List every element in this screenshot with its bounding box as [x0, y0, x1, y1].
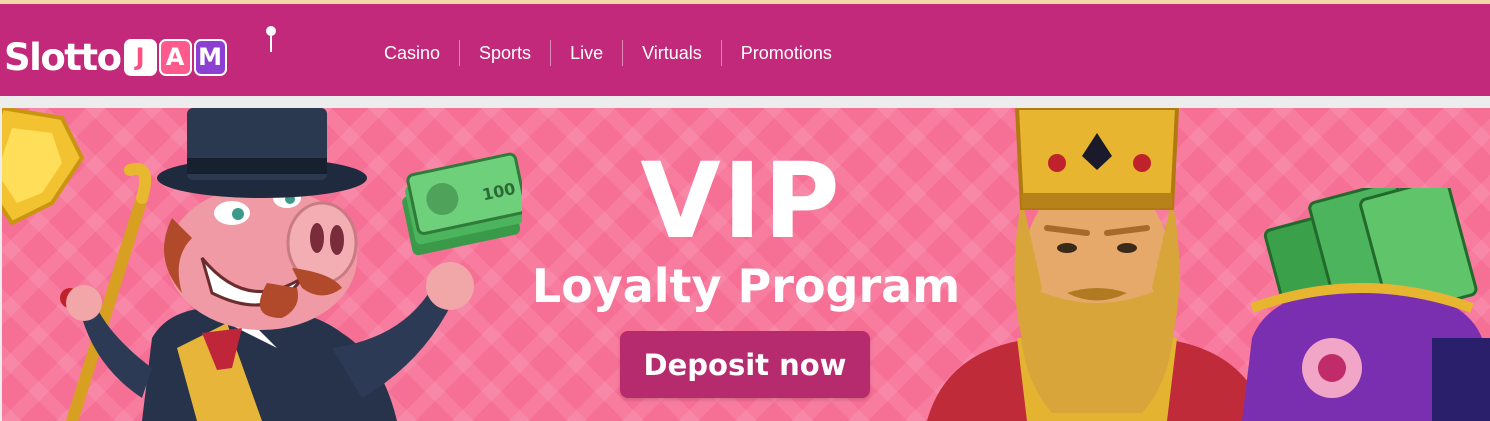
vip-promo-banner: 100 VIP Loyalty Program Deposit now — [2, 108, 1490, 421]
logo-tile-m: M — [193, 38, 227, 76]
deposit-now-button[interactable]: Deposit now — [620, 331, 870, 398]
vip-heading: VIP — [2, 146, 1490, 256]
nav-item-live[interactable]: Live — [551, 40, 622, 66]
logo-joystick-icon — [266, 26, 276, 36]
logo-tile-j: J — [123, 38, 157, 76]
main-nav: Casino Sports Live Virtuals Promotions — [365, 38, 851, 68]
loyalty-program-subheading: Loyalty Program — [531, 259, 961, 313]
nav-item-promotions[interactable]: Promotions — [722, 40, 851, 66]
logo-jam-tiles: J A M — [123, 38, 229, 76]
nav-item-virtuals[interactable]: Virtuals — [623, 40, 721, 66]
logo-joystick-stick — [270, 36, 272, 52]
site-header: Slotto J A M Casino Sports Live Virtuals… — [0, 4, 1490, 96]
vip-heading-text: VIP — [640, 140, 842, 262]
nav-item-casino[interactable]: Casino — [365, 40, 459, 66]
slottojam-logo[interactable]: Slotto J A M — [4, 26, 276, 82]
logo-tile-a: A — [158, 38, 192, 76]
nav-item-sports[interactable]: Sports — [460, 40, 550, 66]
logo-wordmark: Slotto — [4, 35, 122, 79]
